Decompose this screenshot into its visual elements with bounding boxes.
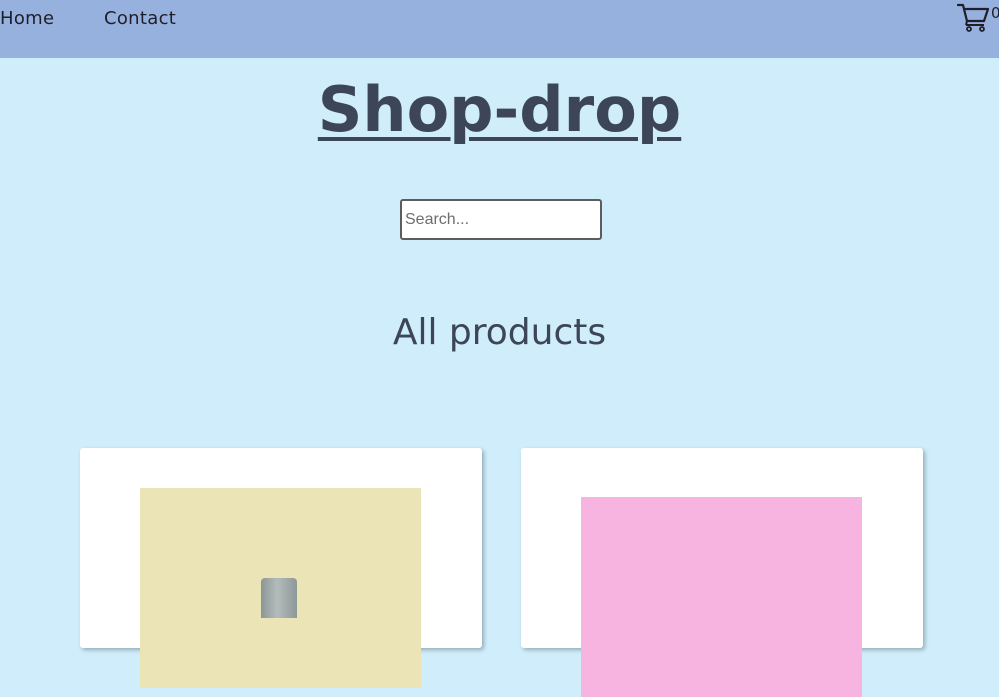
shopping-cart-icon (957, 3, 990, 32)
product-image[interactable] (581, 497, 862, 697)
product-card[interactable] (80, 448, 482, 688)
nav-home-link[interactable]: Home (0, 8, 54, 29)
cart-button[interactable]: 0 (957, 2, 999, 32)
site-title[interactable]: Shop-drop (0, 70, 999, 150)
product-card[interactable] (521, 448, 923, 697)
product-image[interactable] (140, 488, 421, 688)
product-bottle-shape (261, 578, 297, 618)
navbar: Home Contact 0 (0, 0, 999, 58)
nav-contact-link[interactable]: Contact (104, 8, 176, 29)
cart-count: 0 (991, 4, 999, 22)
section-title: All products (392, 312, 607, 353)
search-input[interactable] (400, 199, 602, 240)
